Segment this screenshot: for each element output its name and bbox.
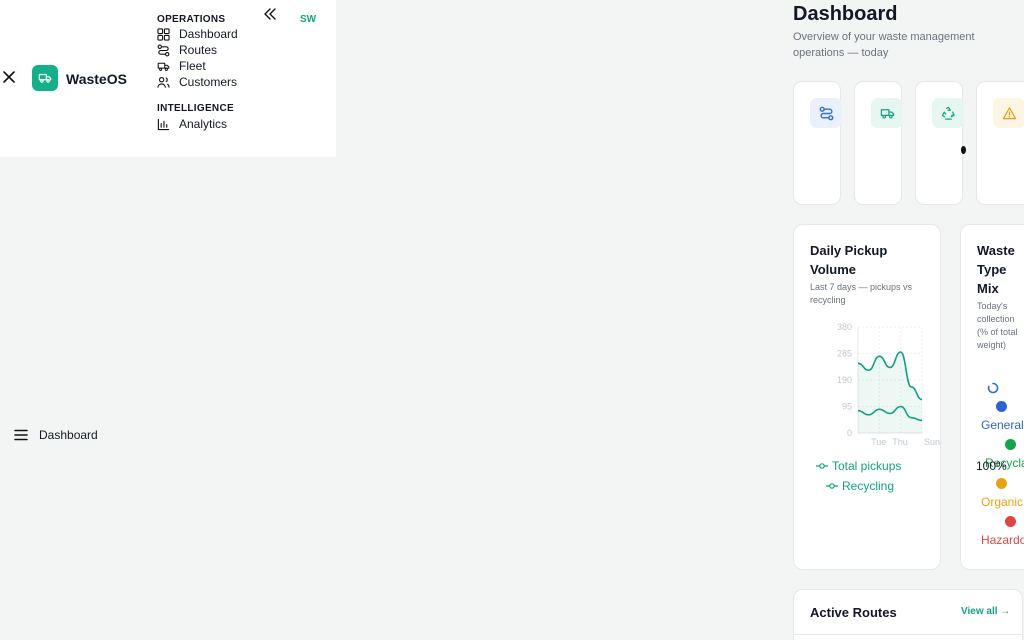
mix-dot-hazardous: [1005, 516, 1016, 527]
legend-label: Recycling: [842, 479, 895, 493]
truck-icon: [157, 62, 170, 71]
view-all-link[interactable]: View all →: [961, 606, 1010, 617]
card-subtitle: Today's collection (% of total weight): [977, 301, 1018, 350]
truck-icon: [38, 73, 52, 83]
brand-logo: [32, 65, 58, 91]
mix-label-hazardous: Hazardo: [981, 533, 1024, 547]
line-marker-icon: [816, 463, 828, 469]
mix-label-general: General: [981, 418, 1024, 432]
truck-icon: [880, 108, 894, 119]
card-title: Daily Pickup Volume: [810, 243, 888, 277]
stat-icon-wrap: [810, 98, 842, 128]
menu-icon[interactable]: [14, 429, 28, 441]
recycle-icon: [941, 106, 955, 120]
nav-item-routes[interactable]: Routes: [157, 42, 217, 58]
legend-recycling[interactable]: Recycling: [826, 479, 894, 493]
nav-item-analytics[interactable]: Analytics: [157, 116, 227, 132]
stat-card-recycling: [915, 81, 964, 205]
route-icon: [819, 106, 833, 120]
divider: [794, 634, 1022, 635]
cursor-dot: [961, 146, 966, 154]
legend-total-pickups[interactable]: Total pickups: [816, 459, 901, 473]
nav-item-label: Dashboard: [179, 27, 238, 41]
bar-chart-icon: [157, 118, 170, 130]
close-icon[interactable]: [2, 70, 16, 84]
x-tick-label: Sun: [924, 437, 940, 447]
avatar[interactable]: SW: [300, 14, 316, 25]
stat-card-fleet: [854, 81, 903, 205]
nav-item-customers[interactable]: Customers: [157, 74, 237, 90]
nav-item-dashboard[interactable]: Dashboard: [157, 26, 238, 42]
loading-spinner-icon: [987, 382, 999, 394]
card-title: Waste Type Mix: [977, 243, 1015, 296]
mix-total-percent: 100%: [976, 459, 1007, 473]
y-tick-label: 285: [837, 349, 852, 359]
grid-icon: [157, 27, 170, 41]
warning-icon: [1002, 106, 1016, 119]
y-tick-label: 0: [847, 428, 852, 438]
nav-item-label: Fleet: [179, 59, 206, 73]
page-subtitle: Overview of your waste management operat…: [793, 31, 975, 59]
x-tick-label: Thu: [892, 437, 908, 447]
mobile-top-bar: Dashboard: [14, 428, 98, 442]
mobile-page-title: Dashboard: [39, 428, 98, 442]
legend-label: Total pickups: [832, 459, 902, 473]
stat-icon-wrap: [993, 98, 1024, 128]
mix-dot-general: [996, 401, 1007, 412]
page-title: Dashboard: [793, 3, 898, 25]
card-title: Active Routes: [810, 605, 897, 620]
pickup-chart: 0 95 190 285 380 Tue Thu Sun: [837, 322, 940, 447]
nav-item-label: Analytics: [179, 117, 228, 131]
nav-item-fleet[interactable]: Fleet: [157, 58, 206, 74]
nav-section-intelligence: INTELLIGENCE: [157, 103, 234, 114]
stat-card-routes: [793, 81, 842, 205]
pickup-volume-card: Daily Pickup Volume Last 7 days — pickup…: [793, 224, 941, 570]
y-tick-label: 95: [842, 402, 852, 412]
brand-name: WasteOS: [66, 71, 127, 87]
nav-drawer: WasteOS SW OPERATIONS Dashboard Routes F…: [0, 0, 336, 157]
stat-icon-wrap: [932, 98, 964, 128]
nav-item-label: Customers: [179, 75, 238, 89]
active-routes-card: Active Routes View all →: [793, 589, 1023, 640]
x-tick-label: Tue: [871, 437, 886, 447]
line-marker-icon: [826, 483, 838, 489]
y-tick-label: 190: [837, 375, 852, 385]
mix-label-organic: Organic: [981, 495, 1024, 509]
card-subtitle: Last 7 days — pickups vs recycling: [810, 282, 913, 305]
series-area-total-pickups: [858, 352, 922, 433]
y-tick-label: 380: [837, 322, 852, 332]
stat-icon-wrap: [871, 98, 903, 128]
route-icon: [157, 44, 170, 56]
users-icon: [157, 76, 170, 88]
collapse-sidebar-icon[interactable]: [262, 6, 278, 22]
mix-dot-organic: [996, 478, 1007, 489]
nav-item-label: Routes: [179, 43, 218, 57]
stat-card-alerts: [976, 81, 1024, 205]
nav-section-operations: OPERATIONS: [157, 14, 226, 25]
mix-dot-recyclable: [1005, 439, 1016, 450]
